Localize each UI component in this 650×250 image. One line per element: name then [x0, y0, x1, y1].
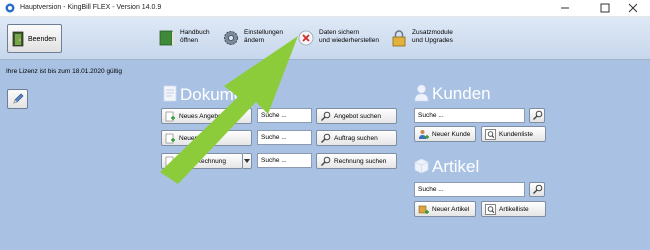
toolbar-backup[interactable]: Daten sichern und wiederherstellen	[297, 25, 387, 53]
search-icon	[532, 110, 542, 120]
new-customer-button[interactable]: Neuer Kunde	[414, 126, 476, 142]
toolbar-manual[interactable]: Handbuch öffnen	[158, 25, 218, 53]
lock-icon	[392, 30, 406, 47]
minimize-icon	[561, 7, 569, 9]
customer-icon	[414, 84, 429, 102]
list-search-icon	[485, 203, 496, 215]
invoice-search-input[interactable]: Suche ...	[257, 153, 312, 168]
new-invoice-button[interactable]: Neue Rechnung	[161, 153, 243, 169]
app-icon	[5, 3, 15, 13]
new-customer-label: Neuer Kunde	[432, 130, 471, 138]
search-order-button[interactable]: Auftrag suchen	[316, 130, 397, 146]
documents-heading: Dokumente	[180, 85, 267, 104]
customers-heading: Kunden	[432, 84, 491, 103]
new-quote-label: Neues Angebot	[179, 112, 224, 120]
article-search-button[interactable]	[529, 182, 545, 197]
add-document-icon	[165, 133, 175, 143]
toolbar-backup-line1: Daten sichern	[319, 29, 360, 36]
search-icon	[321, 156, 331, 166]
document-icon	[163, 85, 177, 102]
search-order-label: Auftrag suchen	[334, 134, 378, 142]
search-invoice-button[interactable]: Rechnung suchen	[316, 153, 397, 169]
new-article-label: Neuer Artikel	[432, 205, 470, 213]
quote-search-input[interactable]: Suche ...	[257, 108, 312, 123]
toolbar-addons-line1: Zusatzmodule	[412, 29, 453, 36]
gear-icon	[224, 31, 238, 45]
add-person-icon	[419, 129, 429, 139]
maximize-button[interactable]	[592, 1, 618, 15]
new-article-button[interactable]: Neuer Artikel	[414, 201, 476, 217]
new-order-button[interactable]: Neuer Auftrag	[161, 130, 252, 146]
new-quote-button[interactable]: Neues Angebot	[161, 108, 252, 124]
main-area: Ihre Lizenz ist bis zum 18.01.2020 gülti…	[0, 60, 650, 250]
toolbar-backup-line2: und wiederherstellen	[319, 37, 379, 44]
license-text: Ihre Lizenz ist bis zum 18.01.2020 gülti…	[6, 68, 122, 75]
toolbar-manual-line1: Handbuch	[180, 29, 210, 36]
close-button[interactable]	[620, 1, 646, 15]
edit-button[interactable]	[7, 89, 28, 109]
customer-list-label: Kundenliste	[499, 130, 533, 138]
toolbar-settings[interactable]: Einstellungen ändern	[222, 25, 292, 53]
toolbar-addons-line2: und Upgrades	[412, 37, 453, 44]
article-box-icon	[414, 158, 429, 174]
search-quote-button[interactable]: Angebot suchen	[316, 108, 397, 124]
close-icon	[628, 3, 638, 13]
title-bar: Hauptversion - KingBill FLEX - Version 1…	[0, 0, 650, 17]
maximize-icon	[600, 3, 610, 13]
article-list-button[interactable]: Artikelliste	[481, 201, 546, 217]
order-search-input[interactable]: Suche ...	[257, 130, 312, 145]
chevron-down-icon	[244, 159, 250, 163]
invoice-type-dropdown[interactable]	[243, 153, 252, 169]
minimize-button[interactable]	[552, 1, 578, 15]
toolbar-addons[interactable]: Zusatzmodule und Upgrades	[390, 25, 470, 53]
search-icon	[532, 184, 542, 194]
customer-search-button[interactable]	[529, 108, 545, 123]
new-order-label: Neuer Auftrag	[179, 134, 220, 142]
search-icon	[321, 111, 331, 121]
exit-door-icon	[12, 31, 24, 47]
toolbar-manual-line2: öffnen	[180, 37, 198, 44]
toolbar-settings-line1: Einstellungen	[244, 29, 284, 36]
book-icon	[159, 30, 174, 46]
search-invoice-label: Rechnung suchen	[334, 157, 387, 165]
add-box-icon	[418, 205, 429, 214]
customer-search-input[interactable]: Suche ...	[414, 108, 525, 123]
window-title: Hauptversion - KingBill FLEX - Version 1…	[20, 4, 162, 11]
new-invoice-label: Neue Rechnung	[179, 157, 226, 165]
list-search-icon	[485, 128, 496, 140]
backup-icon	[298, 30, 314, 46]
customer-list-button[interactable]: Kundenliste	[481, 126, 546, 142]
toolbar: Beenden Handbuch öffnen Einstellungen ände…	[0, 17, 650, 60]
toolbar-settings-line2: ändern	[244, 37, 265, 44]
exit-button[interactable]: Beenden	[7, 24, 62, 53]
article-list-label: Artikelliste	[499, 205, 529, 213]
search-quote-label: Angebot suchen	[334, 112, 381, 120]
article-search-input[interactable]: Suche ...	[414, 182, 525, 197]
pencil-icon	[12, 93, 23, 104]
add-document-icon	[165, 111, 175, 121]
add-document-icon	[165, 156, 175, 166]
exit-button-label: Beenden	[28, 36, 57, 43]
search-icon	[321, 133, 331, 143]
articles-heading: Artikel	[432, 157, 480, 176]
